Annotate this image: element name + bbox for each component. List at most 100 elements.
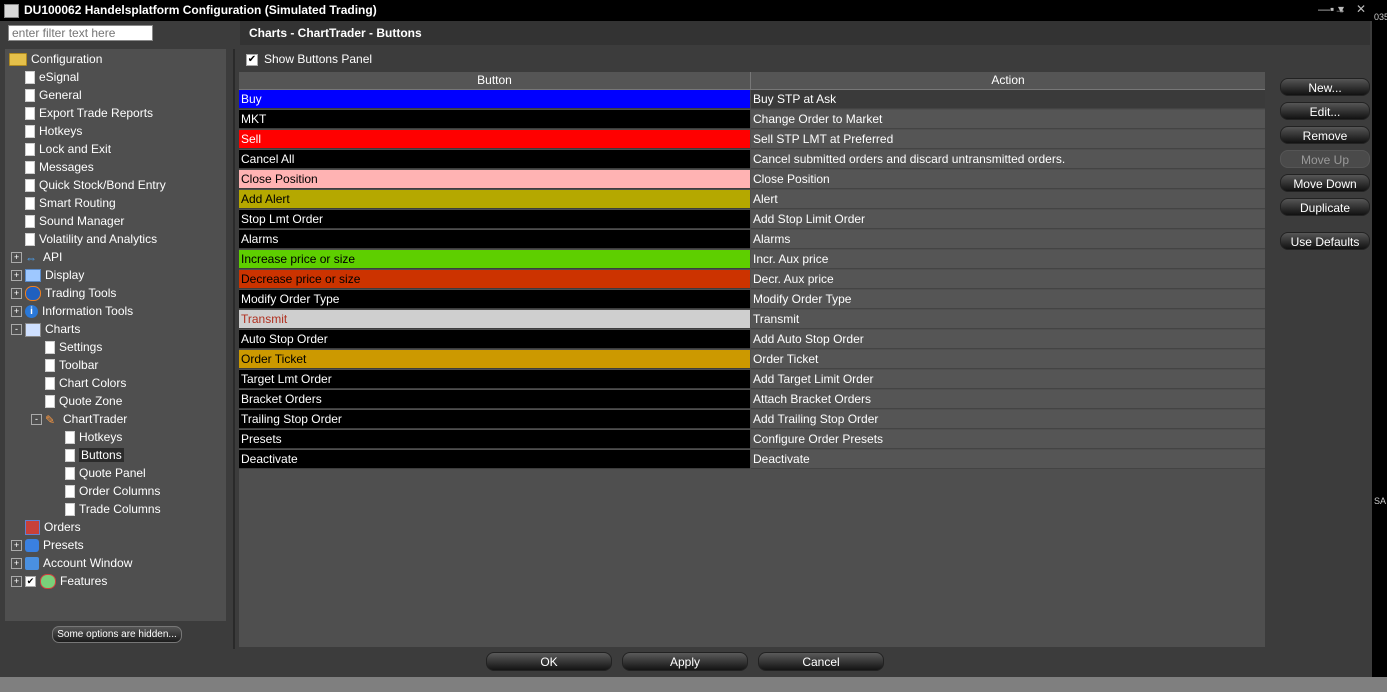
action-cell[interactable]: Add Stop Limit Order: [751, 210, 1265, 229]
tree-item[interactable]: Buttons: [65, 446, 124, 464]
tree-item[interactable]: Trading Tools: [25, 284, 116, 302]
button-cell[interactable]: Trailing Stop Order: [239, 410, 750, 429]
checkbox-icon[interactable]: ✔: [246, 53, 258, 66]
action-cell[interactable]: Decr. Aux price: [751, 270, 1265, 289]
button-cell[interactable]: Stop Lmt Order: [239, 210, 750, 229]
button-cell[interactable]: Increase price or size: [239, 250, 750, 269]
table-row[interactable]: Increase price or size Incr. Aux price: [239, 250, 1265, 269]
action-cell[interactable]: Alarms: [751, 230, 1265, 249]
button-cell[interactable]: Close Position: [239, 170, 750, 189]
tree-expander[interactable]: +: [11, 306, 22, 317]
action-cell[interactable]: Sell STP LMT at Preferred: [751, 130, 1265, 149]
tree-item[interactable]: Order Columns: [65, 482, 160, 500]
action-cell[interactable]: Cancel submitted orders and discard untr…: [751, 150, 1265, 169]
button-cell[interactable]: Sell: [239, 130, 750, 149]
tree-item[interactable]: i Information Tools: [25, 302, 133, 320]
button-cell[interactable]: Target Lmt Order: [239, 370, 750, 389]
tree-item[interactable]: Hotkeys: [65, 428, 122, 446]
tree-item[interactable]: Chart Colors: [45, 374, 126, 392]
action-cell[interactable]: Incr. Aux price: [751, 250, 1265, 269]
tree-item[interactable]: Settings: [45, 338, 102, 356]
button-cell[interactable]: Deactivate: [239, 450, 750, 469]
move-up-button[interactable]: Move Up: [1280, 150, 1370, 168]
table-row[interactable]: Deactivate Deactivate: [239, 450, 1265, 469]
new-button[interactable]: New...: [1280, 78, 1370, 96]
tree-expander[interactable]: -: [11, 324, 22, 335]
table-row[interactable]: Decrease price or size Decr. Aux price: [239, 270, 1265, 289]
table-row[interactable]: Auto Stop Order Add Auto Stop Order: [239, 330, 1265, 349]
tree-item[interactable]: Configuration: [9, 50, 102, 68]
tree-item[interactable]: Account Window: [25, 554, 132, 572]
tree-expander[interactable]: +: [11, 288, 22, 299]
use-defaults-button[interactable]: Use Defaults: [1280, 232, 1370, 250]
tree-expander[interactable]: +: [11, 558, 22, 569]
table-row[interactable]: Add Alert Alert: [239, 190, 1265, 209]
table-row[interactable]: MKT Change Order to Market: [239, 110, 1265, 129]
action-cell[interactable]: Modify Order Type: [751, 290, 1265, 309]
button-cell[interactable]: MKT: [239, 110, 750, 129]
tree-item[interactable]: ✔ Features: [25, 572, 107, 590]
cancel-button[interactable]: Cancel: [758, 652, 884, 671]
tree-item[interactable]: Display: [25, 266, 84, 284]
tree-expander[interactable]: +: [11, 540, 22, 551]
remove-button[interactable]: Remove: [1280, 126, 1370, 144]
column-header-button[interactable]: Button: [239, 72, 751, 90]
action-cell[interactable]: Attach Bracket Orders: [751, 390, 1265, 409]
table-row[interactable]: Order Ticket Order Ticket: [239, 350, 1265, 369]
tree-item[interactable]: Volatility and Analytics: [25, 230, 157, 248]
tree-expander[interactable]: +: [11, 252, 22, 263]
table-row[interactable]: Cancel All Cancel submitted orders and di…: [239, 150, 1265, 169]
filter-input[interactable]: [8, 25, 153, 41]
tree-item[interactable]: eSignal: [25, 68, 79, 86]
ok-button[interactable]: OK: [486, 652, 612, 671]
tree-item[interactable]: Charts: [25, 320, 80, 338]
table-row[interactable]: Trailing Stop Order Add Trailing Stop Ord…: [239, 410, 1265, 429]
table-row[interactable]: Alarms Alarms: [239, 230, 1265, 249]
column-header-action[interactable]: Action: [751, 72, 1265, 90]
action-cell[interactable]: Deactivate: [751, 450, 1265, 469]
button-cell[interactable]: Auto Stop Order: [239, 330, 750, 349]
tree-expander[interactable]: -: [31, 414, 42, 425]
table-row[interactable]: Sell Sell STP LMT at Preferred: [239, 130, 1265, 149]
button-cell[interactable]: Order Ticket: [239, 350, 750, 369]
table-row[interactable]: Bracket Orders Attach Bracket Orders: [239, 390, 1265, 409]
close-icon[interactable]: ✕: [1356, 2, 1366, 16]
tree-checkbox[interactable]: ✔: [25, 576, 36, 588]
button-cell[interactable]: Decrease price or size: [239, 270, 750, 289]
tree-item[interactable]: Toolbar: [45, 356, 98, 374]
table-row[interactable]: Modify Order Type Modify Order Type: [239, 290, 1265, 309]
tree-item[interactable]: Quote Panel: [65, 464, 146, 482]
table-row[interactable]: Buy Buy STP at Ask: [239, 90, 1265, 109]
duplicate-button[interactable]: Duplicate: [1280, 198, 1370, 216]
action-cell[interactable]: Transmit: [751, 310, 1265, 329]
action-cell[interactable]: Add Trailing Stop Order: [751, 410, 1265, 429]
table-row[interactable]: Stop Lmt Order Add Stop Limit Order: [239, 210, 1265, 229]
action-cell[interactable]: Buy STP at Ask: [751, 90, 1265, 109]
tree-item[interactable]: Messages: [25, 158, 94, 176]
tree-item[interactable]: Lock and Exit: [25, 140, 111, 158]
table-row[interactable]: Presets Configure Order Presets: [239, 430, 1265, 449]
action-cell[interactable]: Add Auto Stop Order: [751, 330, 1265, 349]
apply-button[interactable]: Apply: [622, 652, 748, 671]
edit-button[interactable]: Edit...: [1280, 102, 1370, 120]
button-cell[interactable]: Modify Order Type: [239, 290, 750, 309]
show-buttons-panel-checkbox[interactable]: ✔ Show Buttons Panel: [246, 52, 372, 66]
tree-item[interactable]: ✎ ChartTrader: [45, 410, 127, 428]
move-down-button[interactable]: Move Down: [1280, 174, 1370, 192]
button-cell[interactable]: Add Alert: [239, 190, 750, 209]
table-row[interactable]: Transmit Transmit: [239, 310, 1265, 329]
tree-item[interactable]: Quote Zone: [45, 392, 122, 410]
tree-item[interactable]: Smart Routing: [25, 194, 116, 212]
action-cell[interactable]: Close Position: [751, 170, 1265, 189]
button-cell[interactable]: Presets: [239, 430, 750, 449]
button-cell[interactable]: Bracket Orders: [239, 390, 750, 409]
tree-item[interactable]: General: [25, 86, 82, 104]
button-cell[interactable]: Cancel All: [239, 150, 750, 169]
button-cell[interactable]: Buy: [239, 90, 750, 109]
tree-expander[interactable]: +: [11, 576, 22, 587]
tree-item[interactable]: Sound Manager: [25, 212, 124, 230]
action-cell[interactable]: Change Order to Market: [751, 110, 1265, 129]
button-cell[interactable]: Alarms: [239, 230, 750, 249]
tree-item[interactable]: Trade Columns: [65, 500, 161, 518]
tree-expander[interactable]: +: [11, 270, 22, 281]
